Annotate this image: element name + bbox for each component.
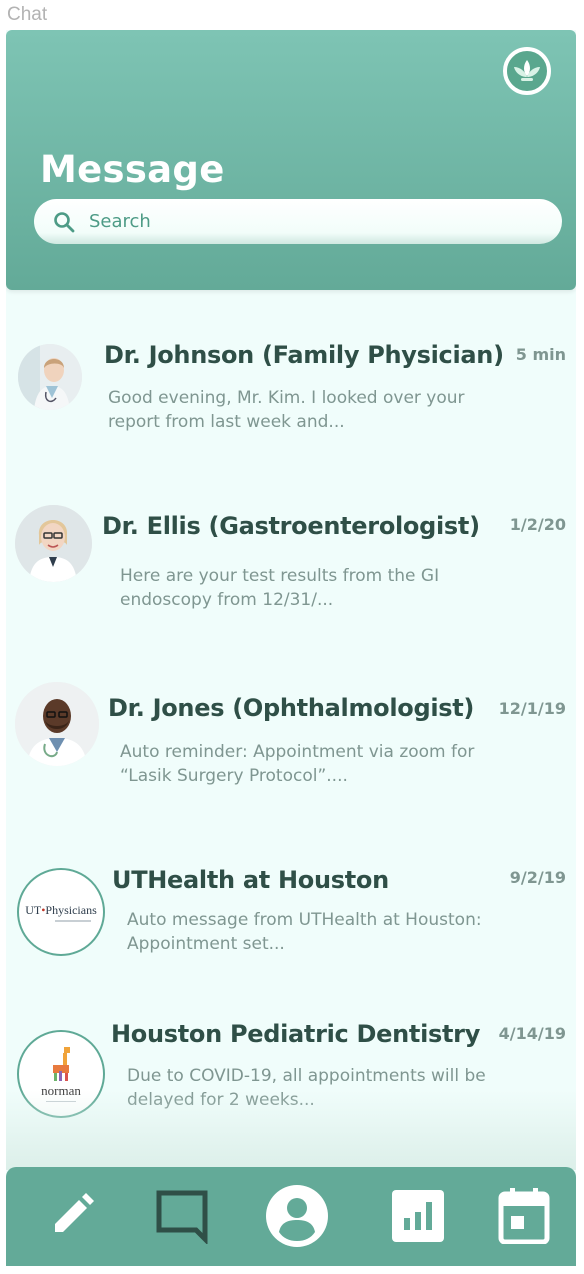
leaf-logo-icon[interactable] bbox=[503, 47, 551, 95]
conversation-row[interactable]: Dr. Jones (Ophthalmologist) 12/1/19 Auto… bbox=[6, 682, 576, 832]
avatar: UT•Physicians bbox=[17, 868, 105, 956]
org-logo-text: Physicians bbox=[45, 902, 97, 917]
avatar bbox=[15, 505, 92, 582]
conversation-row[interactable]: Dr. Johnson (Family Physician) 5 min Goo… bbox=[6, 330, 576, 480]
page-title: Message bbox=[40, 148, 225, 191]
conversation-list: Dr. Johnson (Family Physician) 5 min Goo… bbox=[6, 290, 576, 1170]
calendar-icon[interactable] bbox=[489, 1181, 559, 1251]
chat-icon[interactable] bbox=[147, 1181, 217, 1251]
conversation-name: Dr. Ellis (Gastroenterologist) bbox=[102, 512, 480, 540]
search-icon bbox=[54, 211, 75, 232]
message-header: Message Search bbox=[6, 30, 576, 290]
conversation-preview: Auto reminder: Appointment via zoom for … bbox=[120, 742, 475, 786]
conversation-preview: Auto message from UTHealth at Houston: A… bbox=[127, 910, 482, 954]
compose-icon[interactable] bbox=[36, 1181, 106, 1251]
stats-icon[interactable] bbox=[383, 1181, 453, 1251]
conversation-name: UTHealth at Houston bbox=[112, 866, 389, 894]
conversation-time: 1/2/20 bbox=[509, 515, 566, 534]
conversation-preview: Good evening, Mr. Kim. I looked over you… bbox=[108, 388, 465, 432]
conversation-name: Dr. Johnson (Family Physician) bbox=[104, 341, 504, 369]
search-bar[interactable]: Search bbox=[34, 199, 562, 244]
list-fade bbox=[6, 1090, 576, 1170]
giraffe-logo-icon bbox=[53, 1046, 70, 1081]
conversation-preview: Here are your test results from the GI e… bbox=[120, 566, 440, 610]
conversation-name: Dr. Jones (Ophthalmologist) bbox=[108, 694, 475, 722]
conversation-row[interactable]: Dr. Ellis (Gastroenterologist) 1/2/20 He… bbox=[6, 500, 576, 650]
avatar bbox=[15, 682, 99, 766]
conversation-time: 9/2/19 bbox=[509, 868, 566, 887]
chat-screen: Message Search Dr. Johnson (Family Physi… bbox=[6, 30, 576, 1266]
conversation-time: 5 min bbox=[515, 345, 566, 364]
search-input[interactable]: Search bbox=[89, 211, 151, 232]
frame-label: Chat bbox=[7, 4, 48, 25]
conversation-time: 12/1/19 bbox=[498, 699, 566, 718]
profile-icon[interactable] bbox=[262, 1181, 332, 1251]
bottom-nav bbox=[6, 1167, 576, 1266]
conversation-time: 4/14/19 bbox=[498, 1024, 566, 1043]
conversation-name: Houston Pediatric Dentistry bbox=[111, 1020, 481, 1048]
avatar bbox=[18, 344, 82, 410]
conversation-row[interactable]: UT•Physicians UTHealth at Houston 9/2/19… bbox=[6, 860, 576, 1010]
org-logo-text: UT bbox=[25, 902, 42, 917]
